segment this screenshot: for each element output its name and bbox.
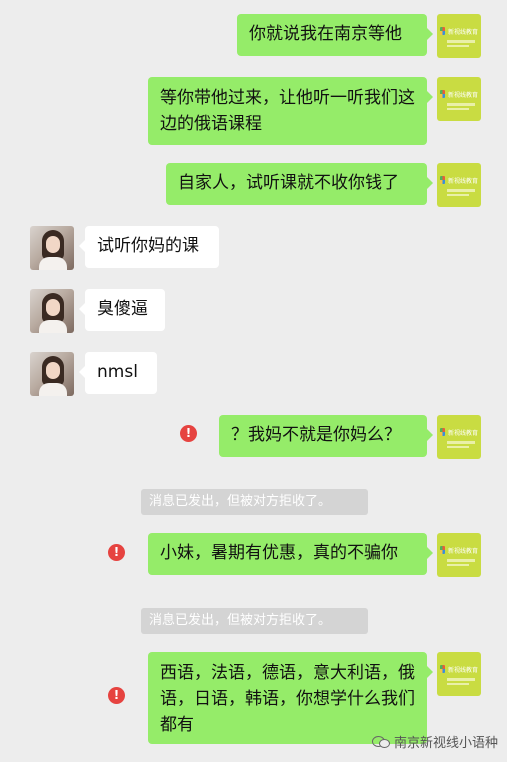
message-bubble-sent[interactable]: 你就说我在南京等他	[237, 14, 433, 56]
send-failed-icon[interactable]: !	[108, 544, 125, 561]
brand-logo-icon: 新视线教育	[440, 174, 478, 186]
system-notice: 消息已发出，但被对方拒收了。	[141, 489, 368, 515]
message-bubble-sent[interactable]: 等你带他过来，让他听一听我们这边的俄语课程	[148, 77, 433, 145]
sender-avatar[interactable]: 新视线教育	[437, 652, 481, 696]
brand-logo-icon: 新视线教育	[440, 25, 478, 37]
send-failed-icon[interactable]: !	[108, 687, 125, 704]
system-notice: 消息已发出，但被对方拒收了。	[141, 608, 368, 634]
watermark: 南京新视线小语种	[372, 731, 498, 751]
contact-avatar[interactable]	[30, 289, 74, 333]
sender-avatar[interactable]: 新视线教育	[437, 163, 481, 207]
contact-avatar[interactable]	[30, 352, 74, 396]
brand-logo-icon: 新视线教育	[440, 663, 478, 675]
message-bubble-received[interactable]: 试听你妈的课	[79, 226, 219, 268]
message-bubble-sent[interactable]: 小妹，暑期有优惠，真的不骗你	[148, 533, 433, 575]
brand-logo-icon: 新视线教育	[440, 544, 478, 556]
send-failed-icon[interactable]: !	[180, 425, 197, 442]
wechat-icon	[372, 735, 390, 748]
message-bubble-received[interactable]: nmsl	[79, 352, 157, 394]
message-bubble-received[interactable]: 臭傻逼	[79, 289, 165, 331]
sender-avatar[interactable]: 新视线教育	[437, 14, 481, 58]
sender-avatar[interactable]: 新视线教育	[437, 533, 481, 577]
message-bubble-sent[interactable]: ？我妈不就是你妈么？	[219, 415, 433, 457]
sender-avatar[interactable]: 新视线教育	[437, 77, 481, 121]
sender-avatar[interactable]: 新视线教育	[437, 415, 481, 459]
watermark-text: 南京新视线小语种	[394, 735, 499, 751]
brand-logo-icon: 新视线教育	[440, 426, 478, 438]
contact-avatar[interactable]	[30, 226, 74, 270]
message-bubble-sent[interactable]: 自家人，试听课就不收你钱了	[166, 163, 433, 205]
brand-logo-icon: 新视线教育	[440, 88, 478, 100]
